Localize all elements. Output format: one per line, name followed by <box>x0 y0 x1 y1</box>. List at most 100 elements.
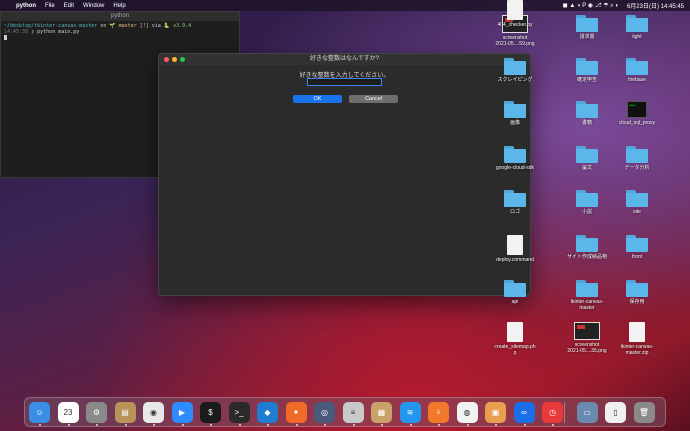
archive-icon[interactable]: ▦ <box>371 402 392 423</box>
integer-input[interactable] <box>307 78 382 86</box>
minimize-button[interactable] <box>172 57 177 62</box>
vscode-icon[interactable]: ◆ <box>257 402 278 423</box>
running-indicator <box>181 424 184 426</box>
sourcetree-icon[interactable]: ⑂ <box>428 402 449 423</box>
desktop-item[interactable]: 404_checker.py <box>489 0 541 28</box>
terminal-time: 14:45:38 <box>4 29 29 35</box>
chrome-icon[interactable]: ◉ <box>143 402 164 423</box>
postgres-icon[interactable]: ◍ <box>456 402 478 423</box>
terminal-green-icon[interactable]: $ <box>200 402 221 423</box>
menubar-clock[interactable]: 6月23日(日) 14:45:45 <box>627 1 684 10</box>
desktop-item[interactable]: 論文 <box>561 146 613 171</box>
app-menu[interactable]: python <box>16 3 36 9</box>
terminal-command: python main.py <box>37 29 80 35</box>
calendar-icon[interactable]: 23 <box>57 402 79 423</box>
desktop-item-label: サイト作成納品物 <box>566 254 607 260</box>
desktop-item[interactable]: データ分析 <box>611 146 663 171</box>
desktop-item[interactable]: light <box>611 15 663 40</box>
menu-file[interactable]: File <box>45 3 55 9</box>
desktop-item[interactable]: tkinter-canvas- master.zip <box>611 322 663 356</box>
desktop-item-label: cloud_sql_proxy <box>618 120 656 126</box>
desktop-item-label: screenshot 2021-05....59.png <box>495 35 535 47</box>
running-indicator <box>381 424 383 426</box>
system-preferences-icon[interactable]: ⚙ <box>86 402 107 423</box>
close-button[interactable] <box>164 57 169 62</box>
menu-help[interactable]: Help <box>113 3 125 9</box>
desktop-item[interactable]: 請求書 <box>561 15 613 40</box>
desktop-item-label: 保存用 <box>629 299 645 305</box>
running-indicator <box>67 424 70 426</box>
input-dialog[interactable]: 好きな整数はなんですか? 好きな整数を入力してください。 OK Cancel <box>158 53 531 296</box>
running-indicator <box>466 424 469 426</box>
desktop-item[interactable]: google-cloud-sdk <box>489 146 541 171</box>
running-indicator <box>409 424 412 426</box>
cancel-button[interactable]: Cancel <box>349 95 398 103</box>
zoom-icon[interactable]: ▶ <box>171 402 193 423</box>
folder-icon <box>626 146 648 163</box>
document-icon[interactable]: ▯ <box>605 402 626 423</box>
desktop-item[interactable]: site <box>611 190 663 215</box>
zip-file-icon <box>629 322 645 342</box>
desktop-item[interactable]: 書籍 <box>561 101 613 126</box>
folder-icon <box>626 58 648 75</box>
folder-icon <box>576 146 598 163</box>
folder-icon <box>504 280 526 297</box>
folder-icon <box>504 146 526 163</box>
desktop-item[interactable]: api <box>489 280 541 305</box>
desktop-item[interactable]: 保存用 <box>611 280 663 305</box>
safari-icon[interactable]: ✦ <box>285 402 307 423</box>
running-indicator <box>295 424 298 426</box>
desktop-item[interactable]: tkinter-canvas- master <box>561 280 613 311</box>
branch-icon: 🌱 <box>109 23 116 29</box>
desktop-item-label: 論文 <box>581 165 592 171</box>
terminal-title-bar[interactable]: python <box>1 12 239 21</box>
database-icon[interactable]: ≡ <box>342 402 364 423</box>
desktop-item[interactable]: ロゴ <box>489 190 541 215</box>
running-indicator <box>96 424 98 426</box>
dock-separator <box>564 402 565 423</box>
terminal-title: python <box>110 13 129 19</box>
docker-icon[interactable]: ≋ <box>399 402 421 423</box>
notes-app-icon[interactable]: ▤ <box>114 402 136 423</box>
desktop-item[interactable]: create_sitemap.ph p <box>489 322 541 356</box>
desktop-item[interactable]: 画像 <box>489 101 541 126</box>
status-icons[interactable]: ◼ ▲ ◑ P ◉ ⎇ ☂ ⌕ ◐ <box>563 2 619 10</box>
desktop-item-label: deploy.command <box>496 257 534 263</box>
menu-window[interactable]: Window <box>83 3 104 9</box>
photos-folder-icon[interactable]: ▭ <box>576 402 598 423</box>
folder-icon <box>626 190 648 207</box>
desktop-item-label: 確定申告 <box>576 77 597 83</box>
desktop-item[interactable]: front <box>611 235 663 260</box>
desktop-item[interactable]: 確定申告 <box>561 58 613 83</box>
quicktime-icon[interactable]: ◎ <box>314 402 335 423</box>
ok-button[interactable]: OK <box>293 95 342 103</box>
terminal-icon[interactable]: >_ <box>228 402 250 423</box>
desktop-item[interactable]: 小説 <box>561 190 613 215</box>
running-indicator <box>267 424 269 426</box>
preview-icon[interactable]: ▣ <box>485 402 506 423</box>
running-indicator <box>210 424 212 426</box>
terminal-cursor <box>4 35 7 40</box>
desktop-item[interactable]: firebase <box>611 58 663 83</box>
terminal-python-version: v3.9.4 <box>173 23 192 29</box>
clock-icon[interactable]: ◷ <box>542 402 563 423</box>
desktop-item-label: front <box>631 254 642 260</box>
trash-icon[interactable]: 🗑 <box>633 402 655 423</box>
running-indicator <box>238 424 241 426</box>
dialog-title-bar[interactable]: 好きな整数はなんですか? <box>159 54 530 65</box>
running-indicator <box>153 424 155 426</box>
desktop-item[interactable]: スクレイピング <box>489 58 541 83</box>
zoom-button[interactable] <box>180 57 185 62</box>
finder-icon[interactable]: ☺ <box>29 402 50 423</box>
dialog-title: 好きな整数はなんですか? <box>309 56 380 62</box>
infinity-app-icon[interactable]: ∞ <box>513 402 535 423</box>
desktop-item-label: tkinter-canvas- master <box>570 299 604 311</box>
desktop-item[interactable]: deploy.command <box>489 235 541 263</box>
desktop-item[interactable]: screenshot 2021-05....35.png <box>561 322 613 354</box>
desktop-item-label: 小説 <box>581 209 592 215</box>
desktop-item[interactable]: サイト作成納品物 <box>561 235 613 260</box>
menu-edit[interactable]: Edit <box>64 3 74 9</box>
desktop-item-label: light <box>632 34 642 40</box>
terminal-output[interactable]: ~/desktop/tkinter-canvas-master on 🌱 mas… <box>1 21 239 43</box>
desktop-item[interactable]: exec cloud_sql_proxy <box>611 101 663 126</box>
